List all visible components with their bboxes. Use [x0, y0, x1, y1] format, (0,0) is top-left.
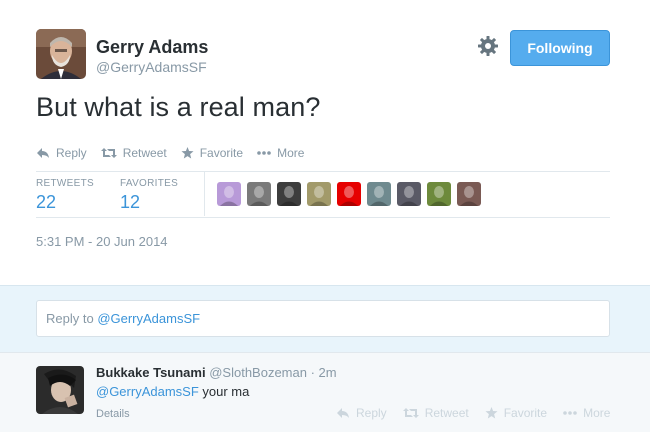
favoriter-avatar[interactable]	[217, 182, 241, 206]
star-icon	[181, 147, 194, 159]
reply-button[interactable]: Reply	[36, 146, 87, 160]
tweet-stats: RETWEETS 22 FAVORITES 12	[36, 178, 204, 213]
tweet-text: But what is a real man?	[36, 92, 321, 122]
reply-actions: Reply Retweet Favorite More	[336, 406, 626, 420]
reply-icon	[37, 148, 49, 158]
reply-more-button[interactable]: More	[563, 406, 610, 420]
reply-input[interactable]: Reply to @GerryAdamsSF	[36, 300, 610, 337]
favoriter-avatar[interactable]	[307, 182, 331, 206]
favorite-label: Favorite	[503, 406, 548, 420]
reply-text-mention[interactable]: @GerryAdamsSF	[96, 384, 199, 399]
more-button[interactable]: More	[257, 146, 304, 160]
favorites-count: 12	[120, 192, 141, 212]
tweet-timestamp[interactable]: 5:31 PM - 20 Jun 2014	[36, 234, 168, 249]
favoriter-avatar[interactable]	[427, 182, 451, 206]
reply-favorite-button[interactable]: Favorite	[485, 406, 547, 420]
author-avatar[interactable]	[36, 29, 86, 79]
reply-mention: @GerryAdamsSF	[97, 311, 201, 326]
retweet-label: Retweet	[122, 146, 167, 160]
favoriter-avatar[interactable]	[367, 182, 391, 206]
reply-reply-button[interactable]: Reply	[336, 406, 387, 420]
favorite-label: Favorite	[199, 146, 244, 160]
favoriter-avatar[interactable]	[277, 182, 301, 206]
reply-tweet: Bukkake Tsunami @SlothBozeman · 2m @Gerr…	[0, 352, 650, 432]
more-label: More	[583, 406, 611, 420]
author-name[interactable]: Gerry Adams	[96, 37, 208, 58]
tweet-actions: Reply Retweet Favorite More	[36, 144, 318, 162]
favorites-stat[interactable]: FAVORITES 12	[120, 178, 204, 213]
reply-icon	[337, 408, 349, 418]
retweet-icon	[402, 408, 419, 418]
star-icon	[485, 407, 498, 419]
reply-author-name[interactable]: Bukkake Tsunami	[96, 365, 206, 380]
reply-label: Reply	[356, 406, 387, 420]
favorites-label: FAVORITES	[120, 178, 179, 189]
favoriter-avatar[interactable]	[337, 182, 361, 206]
more-icon	[563, 411, 577, 415]
divider	[36, 171, 610, 172]
reply-author-avatar[interactable]	[36, 366, 84, 414]
favoriter-avatars	[217, 182, 487, 206]
retweets-label: RETWEETS	[36, 178, 94, 189]
reply-area: Reply to @GerryAdamsSF	[0, 285, 650, 352]
retweet-button[interactable]: Retweet	[100, 146, 167, 160]
stats-separator	[204, 172, 205, 216]
reply-text-body: your ma	[198, 384, 250, 399]
more-label: More	[277, 146, 305, 160]
author-handle[interactable]: @GerryAdamsSF	[96, 59, 207, 75]
retweets-stat[interactable]: RETWEETS 22	[36, 178, 120, 213]
following-button[interactable]: Following	[510, 30, 610, 66]
main-tweet: Gerry Adams @GerryAdamsSF Following But …	[0, 0, 650, 285]
reply-author-handle[interactable]: @SlothBozeman	[209, 365, 307, 380]
gear-icon[interactable]	[477, 35, 499, 57]
reply-header: Bukkake Tsunami @SlothBozeman · 2m	[96, 365, 337, 380]
favoriter-avatar[interactable]	[397, 182, 421, 206]
divider	[36, 217, 610, 218]
time-separator: ·	[306, 365, 319, 380]
reply-prefix: Reply to	[46, 311, 98, 326]
retweets-count: 22	[36, 192, 57, 212]
more-icon	[257, 151, 271, 155]
favoriter-avatar[interactable]	[457, 182, 481, 206]
reply-time[interactable]: 2m	[319, 365, 337, 380]
favorite-button[interactable]: Favorite	[181, 146, 243, 160]
reply-retweet-button[interactable]: Retweet	[402, 406, 469, 420]
favoriter-avatar[interactable]	[247, 182, 271, 206]
retweet-label: Retweet	[424, 406, 469, 420]
details-link[interactable]: Details	[96, 408, 130, 420]
reply-text: @GerryAdamsSF your ma	[96, 384, 249, 399]
retweet-icon	[100, 148, 117, 158]
reply-label: Reply	[56, 146, 87, 160]
